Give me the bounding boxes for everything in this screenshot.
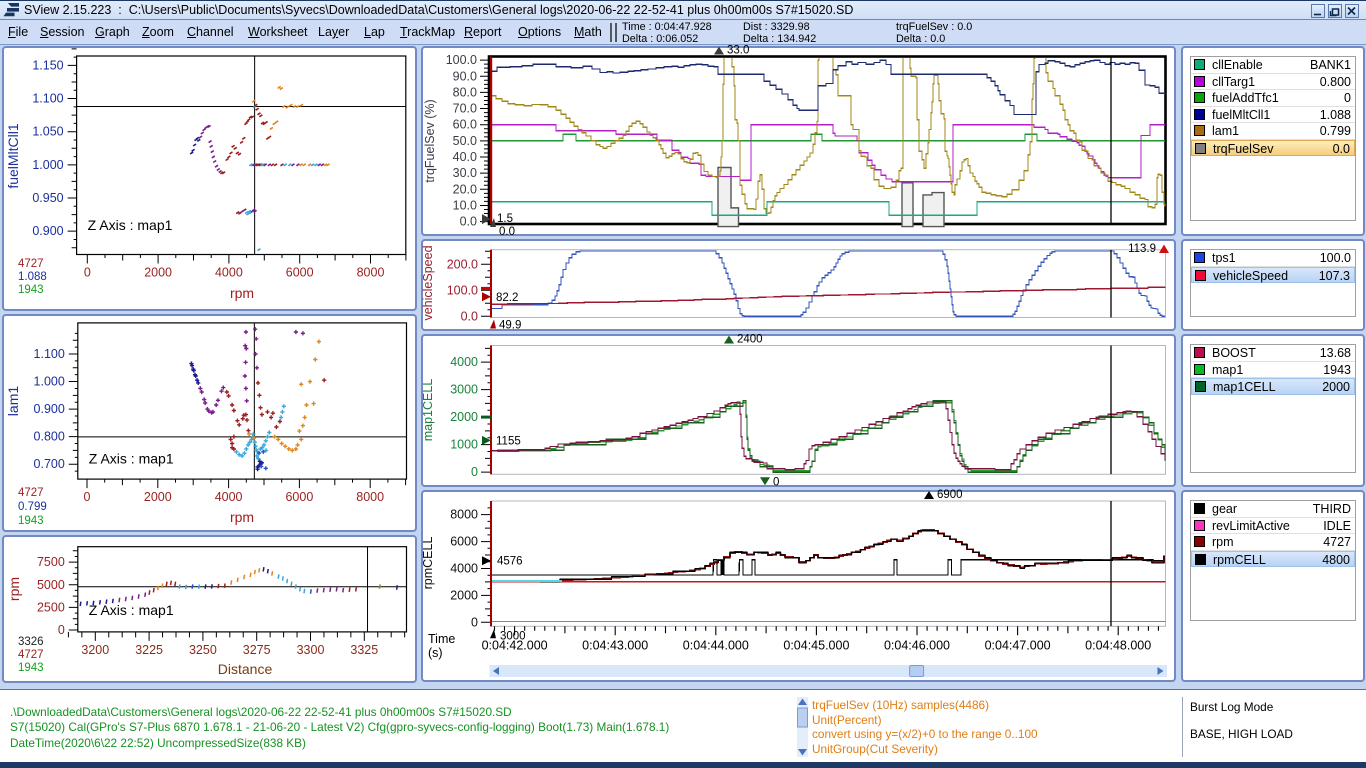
- svg-text:0:04:48.000: 0:04:48.000: [1085, 638, 1151, 652]
- svg-text:0:04:44.000: 0:04:44.000: [683, 638, 749, 652]
- svg-text:3200: 3200: [81, 643, 109, 657]
- svg-text:20.0: 20.0: [453, 182, 477, 196]
- svg-text:40.0: 40.0: [453, 150, 477, 164]
- svg-text:1.000: 1.000: [32, 158, 63, 172]
- svg-text:rpm: rpm: [230, 285, 254, 301]
- svg-text:trqFuelSev (%): trqFuelSev (%): [423, 99, 437, 182]
- svg-text:0: 0: [84, 490, 91, 504]
- svg-text:1.050: 1.050: [32, 125, 63, 139]
- svg-text:3325: 3325: [350, 643, 378, 657]
- svg-text:0: 0: [58, 623, 65, 637]
- svg-text:4000: 4000: [450, 561, 478, 575]
- svg-text:0.800: 0.800: [34, 430, 65, 444]
- svg-text:0.0: 0.0: [499, 226, 515, 238]
- svg-text:0:04:42.000: 0:04:42.000: [482, 638, 548, 652]
- svg-text:lam1: lam1: [5, 386, 21, 417]
- svg-text:1.000: 1.000: [34, 375, 65, 389]
- svg-text:8000: 8000: [356, 490, 384, 504]
- svg-text:0.700: 0.700: [34, 457, 65, 471]
- svg-text:8000: 8000: [357, 266, 385, 280]
- svg-text:5000: 5000: [37, 578, 65, 592]
- svg-text:0:04:46.000: 0:04:46.000: [884, 638, 950, 652]
- svg-text:0.0: 0.0: [460, 215, 477, 229]
- svg-text:0: 0: [773, 476, 779, 488]
- svg-text:1.088: 1.088: [18, 271, 47, 283]
- svg-text:30.0: 30.0: [453, 166, 477, 180]
- svg-text:113.9: 113.9: [1128, 243, 1156, 255]
- svg-text:Time: Time: [428, 632, 455, 646]
- svg-text:50.0: 50.0: [453, 134, 477, 148]
- svg-text:0: 0: [471, 615, 478, 629]
- svg-text:(s): (s): [428, 646, 443, 660]
- svg-text:10.0: 10.0: [453, 198, 477, 212]
- svg-text:1.5: 1.5: [497, 213, 513, 225]
- svg-text:0.799: 0.799: [18, 501, 47, 513]
- svg-text:6000: 6000: [285, 490, 313, 504]
- svg-text:4000: 4000: [215, 266, 243, 280]
- svg-text:rpm: rpm: [230, 509, 254, 525]
- svg-text:70.0: 70.0: [453, 102, 477, 116]
- svg-text:0.900: 0.900: [32, 224, 63, 238]
- svg-text:1.100: 1.100: [32, 92, 63, 106]
- svg-text:3300: 3300: [297, 643, 325, 657]
- svg-text:rpmCELL: rpmCELL: [421, 537, 435, 590]
- svg-text:7500: 7500: [37, 555, 65, 569]
- svg-text:0:04:43.000: 0:04:43.000: [582, 638, 648, 652]
- svg-text:Z Axis : map1: Z Axis : map1: [89, 450, 174, 466]
- svg-text:0.900: 0.900: [34, 402, 65, 416]
- svg-text:8000: 8000: [450, 508, 478, 522]
- svg-text:4727: 4727: [18, 487, 44, 499]
- svg-text:100.0: 100.0: [446, 53, 477, 67]
- svg-text:2000: 2000: [144, 266, 172, 280]
- svg-text:1155: 1155: [496, 435, 521, 447]
- svg-text:1943: 1943: [18, 515, 44, 527]
- svg-text:4576: 4576: [497, 556, 523, 568]
- svg-text:4727: 4727: [18, 258, 44, 270]
- svg-text:4000: 4000: [215, 490, 243, 504]
- svg-text:33.0: 33.0: [727, 45, 749, 57]
- svg-text:0: 0: [84, 266, 91, 280]
- svg-text:0:04:47.000: 0:04:47.000: [985, 638, 1051, 652]
- svg-text:fuelMltCll1: fuelMltCll1: [5, 123, 21, 189]
- svg-text:1.150: 1.150: [32, 58, 63, 72]
- svg-text:map1CELL: map1CELL: [421, 379, 435, 442]
- svg-text:3250: 3250: [189, 643, 217, 657]
- svg-text:0: 0: [471, 465, 478, 479]
- svg-text:80.0: 80.0: [453, 85, 477, 99]
- svg-text:2000: 2000: [450, 588, 478, 602]
- svg-text:49.9: 49.9: [499, 320, 521, 332]
- svg-text:1000: 1000: [450, 438, 478, 452]
- svg-text:0.0: 0.0: [461, 309, 478, 323]
- svg-text:2000: 2000: [450, 410, 478, 424]
- svg-text:Z Axis : map1: Z Axis : map1: [88, 217, 173, 233]
- svg-text:Distance: Distance: [218, 661, 273, 677]
- svg-text:1943: 1943: [18, 662, 44, 674]
- svg-text:Z Axis : map1: Z Axis : map1: [89, 602, 174, 618]
- svg-text:3000: 3000: [450, 383, 478, 397]
- svg-text:60.0: 60.0: [453, 118, 477, 132]
- svg-text:82.2: 82.2: [496, 292, 518, 304]
- svg-text:3275: 3275: [243, 643, 271, 657]
- svg-text:rpm: rpm: [6, 577, 22, 601]
- svg-text:0:04:45.000: 0:04:45.000: [783, 638, 849, 652]
- svg-text:200.0: 200.0: [447, 257, 478, 271]
- svg-text:vehicleSpeed: vehicleSpeed: [421, 245, 435, 320]
- svg-text:6000: 6000: [450, 535, 478, 549]
- svg-text:3326: 3326: [18, 636, 44, 648]
- svg-text:4000: 4000: [450, 355, 478, 369]
- svg-text:2400: 2400: [737, 334, 763, 346]
- svg-text:1943: 1943: [18, 284, 44, 296]
- svg-text:3225: 3225: [135, 643, 163, 657]
- svg-text:90.0: 90.0: [453, 69, 477, 83]
- svg-text:6000: 6000: [286, 266, 314, 280]
- svg-text:4727: 4727: [18, 649, 44, 661]
- svg-text:6900: 6900: [937, 489, 963, 501]
- svg-text:2000: 2000: [144, 490, 172, 504]
- svg-text:1.100: 1.100: [34, 347, 65, 361]
- svg-text:100.0: 100.0: [447, 283, 478, 297]
- svg-text:2500: 2500: [37, 600, 65, 614]
- svg-text:0.950: 0.950: [32, 191, 63, 205]
